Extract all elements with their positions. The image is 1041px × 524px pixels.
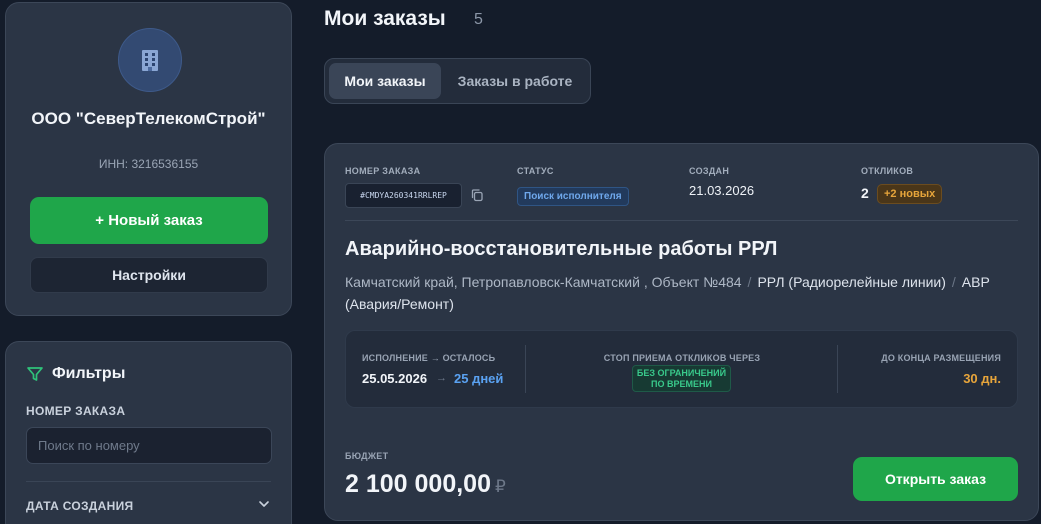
order-location: Камчатский край, Петропавловск-Камчатски… [345,271,1025,315]
filter-icon [27,367,43,381]
copy-icon[interactable] [470,188,484,202]
company-avatar [118,28,182,92]
new-order-button[interactable]: + Новый заказ [30,197,268,244]
stop-responses-label: СТОП ПРИЕМА ОТКЛИКОВ ЧЕРЕЗ [603,353,761,363]
placement-days: 30 дн. [963,371,1001,386]
execution-label: ИСПОЛНЕНИЕ → ОСТАЛОСЬ [362,353,496,363]
building-icon [142,50,158,71]
order-id-label: НОМЕР ЗАКАЗА [345,166,421,176]
ruble-icon: ₽ [494,477,506,496]
responses-label: ОТКЛИКОВ [861,166,914,176]
order-number-label: НОМЕР ЗАКАЗА [26,404,126,418]
responses-count: 2 [861,185,869,201]
created-label: СОЗДАН [689,166,730,176]
order-number-search-input[interactable] [26,427,272,464]
created-date-label[interactable]: ДАТА СОЗДАНИЯ [26,499,133,513]
orders-tabs: Мои заказы Заказы в работе [324,58,591,104]
order-category: РРЛ (Радиорелейные линии) [757,274,946,290]
arrow-right-icon: → [436,372,447,384]
execution-date: 25.05.2026 [362,371,428,386]
order-id: #CMDYA260341RRLREP [345,183,462,208]
budget-value: 2 100 000,00 ₽ [345,470,506,499]
breadcrumb-separator: / [951,274,956,290]
company-inn: ИНН: 3216536155 [98,157,199,171]
filters-panel: Фильтры НОМЕР ЗАКАЗА ДАТА СОЗДАНИЯ [5,341,292,524]
chevron-down-icon[interactable] [257,497,271,511]
budget-label: БЮДЖЕТ [345,451,389,461]
filters-title: Фильтры [52,365,126,382]
breadcrumb-separator: / [747,274,752,290]
placement-end-label: ДО КОНЦА РАЗМЕЩЕНИЯ [881,353,1001,363]
order-divider [345,220,1018,221]
status-label: СТАТУС [517,166,554,176]
company-name: ООО "СеверТелекомСтрой" [31,109,266,128]
tab-orders-in-progress[interactable]: Заказы в работе [447,63,583,99]
status-badge: Поиск исполнителя [517,187,629,206]
company-card: ООО "СеверТелекомСтрой" ИНН: 3216536155 … [5,2,292,316]
filters-header: Фильтры [26,365,125,383]
no-time-limit-badge: БЕЗ ОГРАНИЧЕНИЙ ПО ВРЕМЕНИ [632,365,731,392]
order-title: Аварийно-восстановительные работы РРЛ [345,238,778,260]
budget-amount: 2 100 000,00 [345,470,491,498]
filters-divider [26,481,271,482]
order-card: НОМЕР ЗАКАЗА СТАТУС СОЗДАН ОТКЛИКОВ #CMD… [324,143,1039,521]
days-left: 25 дней [454,371,504,386]
panel-divider [837,345,838,393]
created-date: 21.03.2026 [689,183,755,198]
open-order-button[interactable]: Открыть заказ [853,457,1018,501]
settings-button[interactable]: Настройки [30,257,268,293]
order-timeline-panel: ИСПОЛНЕНИЕ → ОСТАЛОСЬ 25.05.2026 → 25 дн… [345,330,1018,408]
location-text: Камчатский край, Петропавловск-Камчатски… [345,274,742,290]
orders-count: 5 [474,11,483,28]
new-responses-badge: +2 новых [877,184,943,204]
page-title: Мои заказы [324,7,446,30]
tab-my-orders[interactable]: Мои заказы [329,63,441,99]
